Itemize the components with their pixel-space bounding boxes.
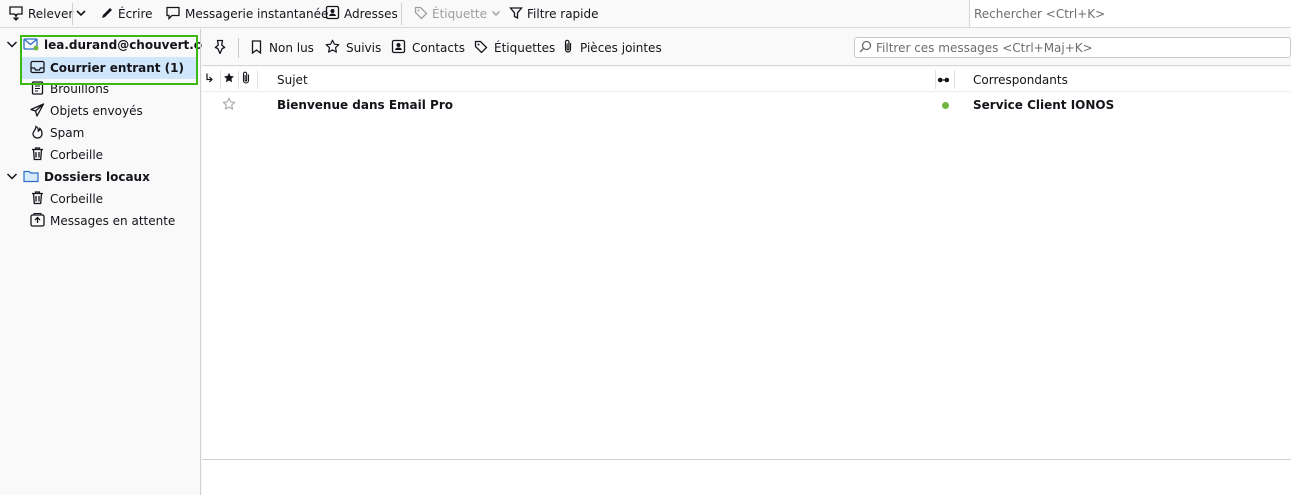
tag-icon (414, 6, 428, 23)
chevron-down-icon (75, 7, 87, 22)
search-icon (859, 40, 872, 56)
column-divider (935, 70, 936, 89)
chevron-down-icon (6, 38, 18, 53)
paper-plane-icon (30, 102, 45, 120)
local-folders-row[interactable]: Dossiers locaux (6, 167, 150, 187)
message-row[interactable]: Bienvenue dans Email Pro Service Client … (202, 94, 1291, 116)
subject-column-header[interactable]: Sujet (277, 67, 308, 92)
attachment-column-button[interactable] (241, 67, 255, 92)
starred-filter-label: Suivis (346, 41, 382, 55)
spam-label: Spam (50, 126, 85, 140)
column-divider (220, 70, 221, 89)
download-icon (8, 5, 24, 24)
message-filter-box[interactable] (854, 37, 1291, 58)
column-divider (238, 70, 239, 89)
tags-filter-label: Étiquettes (494, 41, 556, 55)
message-star-toggle[interactable] (222, 94, 236, 116)
contacts-filter-button[interactable]: Contacts (391, 39, 465, 57)
tag-button[interactable]: Étiquette (414, 4, 501, 24)
pencil-icon (100, 6, 114, 23)
column-divider (257, 70, 258, 89)
address-book-button[interactable]: Adresses (325, 4, 398, 24)
quick-filter-bar: Non lus Suivis Contacts Étiquettes Pièce… (202, 29, 1291, 66)
funnel-icon (509, 6, 523, 23)
folder-pane: lea.durand@chouvert.com Courrier entrant… (0, 29, 222, 495)
folder-icon (23, 169, 39, 186)
global-search-input[interactable] (970, 0, 1291, 27)
tag-icon (474, 40, 488, 57)
address-book-icon (325, 5, 340, 23)
star-icon (325, 39, 340, 57)
global-search-box[interactable] (969, 0, 1291, 28)
chat-label: Messagerie instantanée (185, 7, 329, 21)
correspondents-column-header[interactable]: Correspondants (973, 67, 1068, 92)
star-outline-icon (222, 97, 236, 114)
column-divider (954, 70, 955, 89)
chevron-down-icon (491, 7, 501, 21)
local-folders-label: Dossiers locaux (44, 170, 150, 184)
trash-icon (30, 146, 45, 164)
tags-filter-button[interactable]: Étiquettes (474, 39, 555, 57)
contact-card-icon (391, 39, 406, 57)
get-messages-dropdown[interactable] (75, 4, 87, 24)
folder-sent[interactable]: Objets envoyés (30, 101, 143, 121)
thread-list: Bienvenue dans Email Pro Service Client … (202, 92, 1291, 459)
main-toolbar: Relever Écrire Messagerie instantanée Ad… (0, 0, 1291, 28)
trash-icon (30, 190, 45, 208)
correspondents-column-label: Correspondants (973, 72, 1068, 87)
unread-dot-icon (941, 101, 949, 109)
quick-filter-divider (238, 38, 239, 58)
message-filter-input[interactable] (876, 40, 1290, 55)
get-messages-button[interactable]: Relever (8, 4, 73, 24)
thread-icon (205, 72, 215, 87)
paperclip-icon (562, 39, 574, 57)
sent-label: Objets envoyés (50, 104, 143, 118)
folder-spam[interactable]: Spam (30, 123, 84, 143)
quick-filter-button[interactable]: Filtre rapide (509, 4, 599, 24)
unread-filter-button[interactable]: Non lus (250, 39, 314, 57)
star-filled-icon (223, 72, 235, 87)
folder-trash[interactable]: Corbeille (30, 145, 103, 165)
toolbar-divider (72, 3, 73, 25)
outbox-icon (30, 212, 45, 230)
thread-pane-header: Sujet Correspondants (202, 67, 1291, 92)
paperclip-icon (241, 71, 251, 88)
attachments-filter-button[interactable]: Pièces jointes (562, 39, 662, 57)
thread-column-button[interactable] (205, 67, 219, 92)
starred-filter-button[interactable]: Suivis (325, 39, 381, 57)
local-trash-label: Corbeille (50, 192, 104, 206)
contacts-filter-label: Contacts (412, 41, 465, 55)
pin-icon (212, 39, 228, 58)
subject-column-label: Sujet (277, 72, 308, 87)
attachments-filter-label: Pièces jointes (580, 41, 662, 55)
write-label: Écrire (118, 7, 153, 21)
highlight-box (20, 35, 198, 85)
get-messages-label: Relever (28, 7, 74, 21)
flame-icon (30, 124, 45, 142)
address-book-label: Adresses (344, 7, 398, 21)
unread-filter-label: Non lus (269, 41, 314, 55)
glasses-icon (937, 73, 950, 87)
message-correspondent: Service Client IONOS (973, 98, 1115, 112)
tag-label: Étiquette (432, 7, 488, 21)
message-subject: Bienvenue dans Email Pro (277, 98, 454, 112)
chat-button[interactable]: Messagerie instantanée (165, 4, 328, 24)
trash-label: Corbeille (50, 148, 104, 162)
chevron-down-icon (6, 170, 18, 185)
folder-local-trash[interactable]: Corbeille (30, 189, 103, 209)
message-preview-pane (202, 459, 1291, 495)
sticky-filter-button[interactable] (212, 39, 228, 57)
chat-bubble-icon (165, 5, 181, 24)
quick-filter-label: Filtre rapide (527, 7, 599, 21)
bookmark-icon (250, 39, 263, 57)
write-button[interactable]: Écrire (100, 4, 153, 24)
junk-status-column-button[interactable] (937, 67, 951, 92)
star-column-button[interactable] (223, 67, 237, 92)
unread-status-dot-cell[interactable] (940, 94, 950, 116)
toolbar-divider (401, 3, 402, 25)
outbox-label: Messages en attente (50, 214, 176, 228)
folder-outbox[interactable]: Messages en attente (30, 211, 175, 231)
